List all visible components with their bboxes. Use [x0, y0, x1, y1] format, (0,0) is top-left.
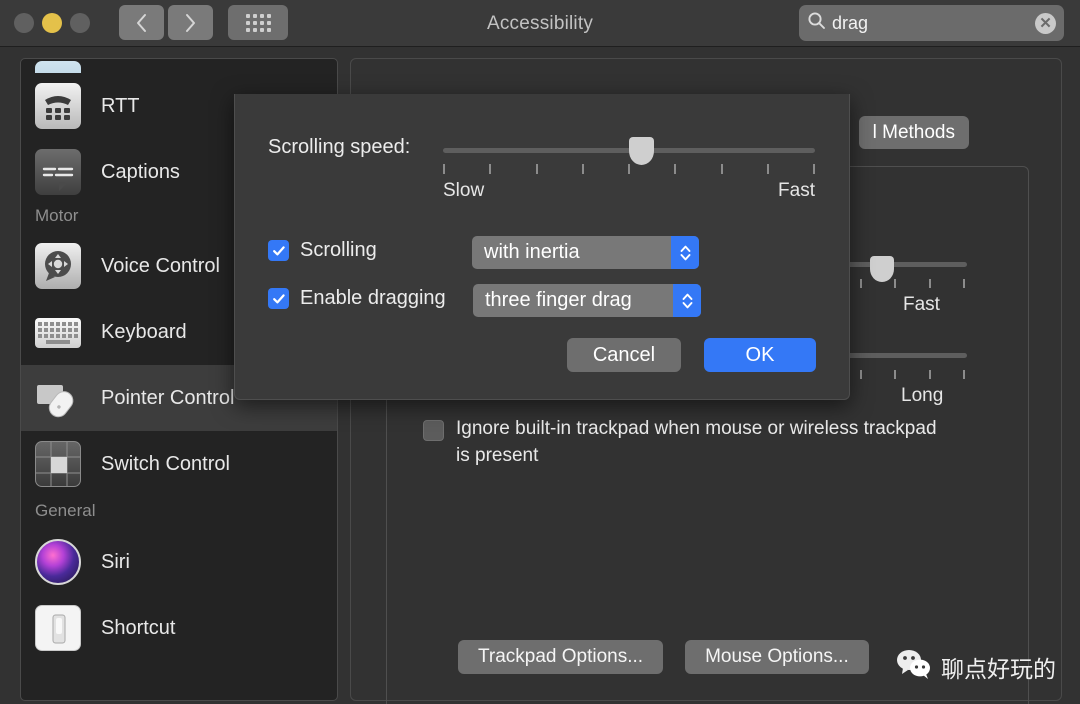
search-icon [807, 11, 826, 35]
sidebar-item-label: Switch Control [101, 452, 230, 475]
tab-alternate-control-methods[interactable]: l Methods [858, 116, 969, 149]
upper-slider-max-label: Fast [903, 294, 940, 315]
search-field[interactable]: drag ✕ [799, 5, 1064, 41]
trackpad-options-button[interactable]: Trackpad Options... [458, 640, 664, 674]
siri-icon [35, 539, 81, 585]
sidebar-item-label: Pointer Control [101, 386, 235, 409]
mouse-options-button[interactable]: Mouse Options... [685, 640, 869, 674]
sidebar-item-switch-control[interactable]: Switch Control [21, 431, 337, 497]
scrolling-speed-min-label: Slow [443, 180, 485, 201]
pointer-control-icon [35, 375, 81, 421]
scrolling-mode-popup[interactable]: with inertia [472, 236, 699, 269]
sidebar-item-label: Siri [101, 550, 130, 573]
sheet-button-row: Cancel OK [567, 338, 816, 372]
scrolling-speed-ticks [443, 164, 815, 174]
sidebar-item-siri[interactable]: Siri [21, 529, 337, 595]
dragging-style-value: three finger drag [485, 289, 632, 311]
ignore-builtin-trackpad-checkbox[interactable] [423, 420, 444, 441]
enable-dragging-checkbox-row[interactable]: Enable dragging [268, 287, 446, 310]
titlebar: Accessibility drag ✕ [0, 0, 1080, 47]
ignore-builtin-trackpad-label: Ignore built-in trackpad when mouse or w… [456, 418, 937, 466]
clipped-item-icon [35, 61, 81, 73]
sidebar-item-label: Shortcut [101, 616, 176, 639]
accessibility-preferences-window: Accessibility drag ✕ l Methods Fast Long… [0, 0, 1080, 704]
panel-button-row: Trackpad Options... Mouse Options... [458, 640, 869, 674]
scrolling-checkbox[interactable] [268, 240, 289, 261]
watermark-text: 聊点好玩的 [941, 656, 1056, 683]
ok-button[interactable]: OK [704, 338, 816, 372]
enable-dragging-checkbox[interactable] [268, 288, 289, 309]
scrolling-speed-thumb[interactable] [629, 137, 654, 165]
sidebar-scroll-clipped-item[interactable] [21, 59, 337, 73]
scrolling-mode-value: with inertia [484, 241, 580, 263]
sidebar-item-label: RTT [101, 94, 140, 117]
shortcut-icon [35, 605, 81, 651]
dragging-style-popup[interactable]: three finger drag [473, 284, 701, 317]
scrolling-speed-label: Scrolling speed: [268, 136, 411, 158]
scrolling-speed-max-label: Fast [778, 180, 815, 201]
enable-dragging-checkbox-label: Enable dragging [300, 287, 446, 309]
cancel-button[interactable]: Cancel [567, 338, 681, 372]
scrolling-options-sheet: Scrolling speed: Slow Fast Scrolling wit… [234, 94, 850, 400]
clear-search-icon[interactable]: ✕ [1035, 12, 1056, 34]
rtt-icon [35, 83, 81, 129]
window-content: l Methods Fast Long Ignore built-in trac… [0, 47, 1080, 704]
switch-control-icon [35, 441, 81, 487]
watermark: 聊点好玩的 [896, 649, 1056, 684]
search-input[interactable]: drag [832, 13, 1035, 34]
sidebar-item-label: Keyboard [101, 320, 187, 343]
voice-control-icon [35, 243, 81, 289]
keyboard-icon [35, 318, 81, 348]
lower-slider-max-label: Long [901, 385, 944, 406]
wechat-icon [896, 649, 932, 684]
scrolling-checkbox-row[interactable]: Scrolling [268, 239, 377, 262]
ignore-builtin-trackpad-row[interactable]: Ignore built-in trackpad when mouse or w… [423, 416, 953, 470]
scrolling-checkbox-label: Scrolling [300, 239, 377, 261]
sidebar-item-label: Captions [101, 160, 180, 183]
sidebar-item-shortcut[interactable]: Shortcut [21, 595, 337, 661]
chevron-updown-icon [673, 284, 701, 317]
chevron-updown-icon [671, 236, 699, 269]
captions-icon [35, 149, 81, 195]
sidebar-item-label: Voice Control [101, 254, 220, 277]
sidebar-group-general: General [35, 501, 96, 520]
